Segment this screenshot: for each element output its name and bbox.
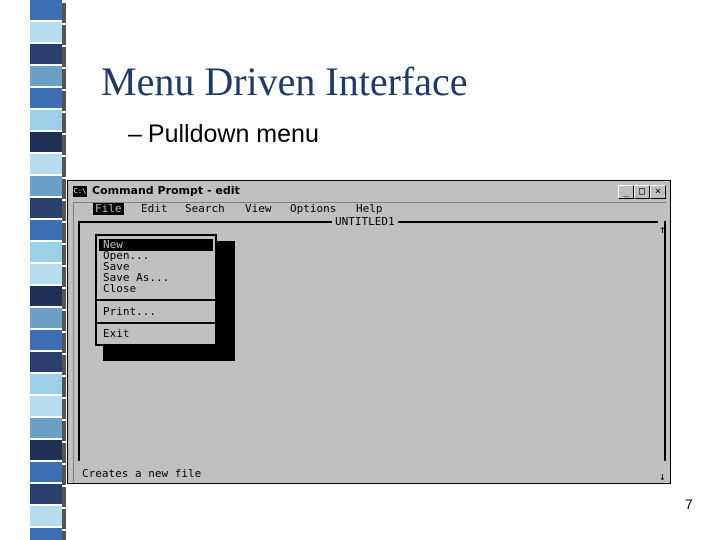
decorative-color-strip: [0, 0, 70, 540]
menu-view[interactable]: View: [245, 203, 272, 215]
menu-item-exit[interactable]: Exit: [103, 328, 130, 340]
scroll-down-arrow-icon[interactable]: ↓: [659, 471, 666, 483]
dos-editor-screen: File Edit Search View Options Help UNTIT…: [73, 202, 666, 483]
menu-options[interactable]: Options: [290, 203, 336, 215]
file-dropdown-menu: New Open... Save Save As... Close Print.…: [95, 234, 217, 346]
edit-area[interactable]: UNTITLED1 ↑ ↓ New Open... Save Save As..…: [78, 216, 666, 483]
slide-subtitle: – Pulldown menu: [128, 120, 319, 149]
slide-title: Menu Driven Interface: [101, 59, 468, 104]
maximize-button[interactable]: □: [634, 185, 650, 199]
status-bar: Creates a new file: [82, 467, 202, 480]
frame-right-border: [664, 221, 666, 461]
subtitle-text: Pulldown menu: [147, 120, 319, 148]
menu-file[interactable]: File: [93, 203, 124, 215]
scroll-up-arrow-icon[interactable]: ↑: [659, 224, 666, 236]
command-prompt-window: C:\ Command Prompt - edit _ □ × File Edi…: [67, 180, 671, 484]
menu-edit[interactable]: Edit: [141, 203, 168, 215]
document-title: UNTITLED1: [332, 216, 398, 228]
menu-separator: [97, 299, 215, 301]
page-number: 7: [685, 496, 693, 512]
frame-left-border: [78, 221, 80, 461]
console-icon[interactable]: C:\: [73, 186, 87, 197]
menu-item-print[interactable]: Print...: [103, 306, 156, 318]
menu-item-close[interactable]: Close: [103, 283, 136, 295]
window-titlebar[interactable]: C:\ Command Prompt - edit _ □ ×: [70, 183, 668, 201]
minimize-button[interactable]: _: [618, 185, 634, 199]
close-button[interactable]: ×: [650, 185, 666, 199]
menu-separator: [97, 322, 215, 324]
subtitle-dash: –: [128, 120, 142, 148]
menu-help[interactable]: Help: [356, 203, 383, 215]
menu-search[interactable]: Search: [185, 203, 225, 215]
window-title: Command Prompt - edit: [92, 184, 240, 197]
editor-menubar: File Edit Search View Options Help: [74, 203, 666, 215]
